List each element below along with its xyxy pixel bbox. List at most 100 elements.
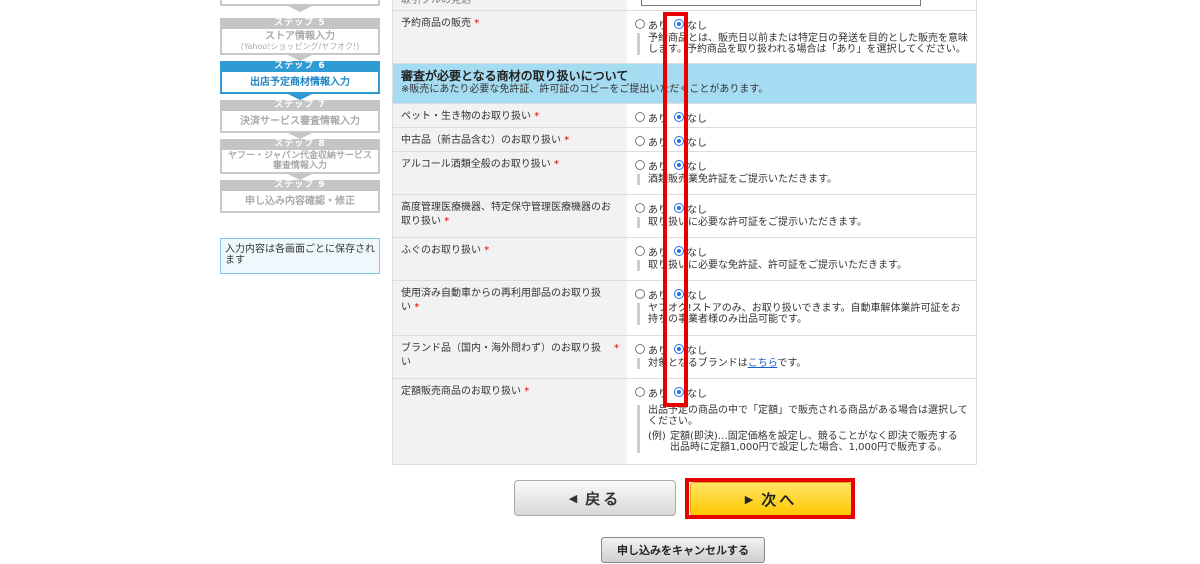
required-mark: * [444,216,450,227]
section-subtitle: ※販売にあたり必要な免許証、許可証のコピーをご提出いただくことがあります。 [401,84,769,95]
radio-yes[interactable] [635,344,645,354]
radio-yes-label[interactable]: あり [648,134,668,149]
required-mark: * [614,343,619,354]
label-text: 中古品（新古品含む）のお取り扱い [401,135,561,146]
required-mark: * [553,159,559,170]
step-9-body: 申し込み内容確認・修正 [220,191,380,213]
radio-no[interactable] [674,246,684,256]
radio-yes-label[interactable]: あり [648,110,668,125]
back-button-label: 戻る [585,489,622,508]
form-row-value: あり なし ヤフオク!ストアのみ、お取り扱いできます。自動車解体業許可証をお持ち… [627,281,976,335]
step-8[interactable]: ステップ 8 ヤフー・ジャパン代金収納サービス 審査情報入力 [220,139,380,174]
radio-yes[interactable] [635,289,645,299]
form-row-value: あり なし [627,128,976,151]
radio-group: あり なし [635,17,970,32]
cancel-application-button[interactable]: 申し込みをキャンセルする [601,537,765,563]
radio-no[interactable] [674,112,684,122]
radio-group: あり なし [635,385,970,400]
form-row-label: ペット・生き物のお取り扱い * [393,104,627,127]
label-text: 使用済み自動車からの再利用部品のお取り扱い * [401,288,601,313]
radio-yes-label[interactable]: あり [648,17,668,32]
row-description: ヤフオク!ストアのみ、お取り扱いできます。自動車解体業許可証をお持ちの事業者様の… [637,303,970,325]
form-row-value: あり なし 取り扱いに必要な免許証、許可証をご提示いただきます。 [627,238,976,280]
step-6[interactable]: ステップ 6 出店予定商材情報入力 [220,61,380,94]
radio-yes[interactable] [635,387,645,397]
required-mark: * [524,386,530,397]
step-6-body: 出店予定商材情報入力 [220,72,380,94]
example-tag: (例) [648,431,666,442]
form-row-label: 予約商品の販売 * [393,11,627,63]
step-7-title: 決済サービス審査情報入力 [240,115,360,127]
radio-no[interactable] [674,19,684,29]
left-triangle-icon: ◀ [568,491,578,505]
radio-no-label[interactable]: なし [687,134,707,149]
radio-group: あり なし [635,342,970,357]
form-row-top: 取引ブルの見込 [393,0,976,11]
row-description: 取り扱いに必要な免許証、許可証をご提示いただきます。 [637,260,970,271]
form-row-value: あり なし 対象となるブランドはこちらです。 [627,336,976,378]
step-8-head: ステップ 8 [220,139,380,150]
radio-yes-label[interactable]: あり [648,287,668,302]
label-text: 予約商品の販売 [401,18,471,29]
label-text: ふぐのお取り扱い [401,245,481,256]
radio-no-label[interactable]: なし [687,110,707,125]
text-input[interactable] [641,0,921,6]
autosave-note: 入力内容は各画面ごとに保存されます [220,238,380,274]
next-button[interactable]: ▶ 次へ [690,482,852,516]
radio-yes[interactable] [635,19,645,29]
back-button[interactable]: ◀ 戻る [514,480,676,516]
radio-yes[interactable] [635,160,645,170]
step-8-title-line1: ヤフー・ジャパン代金収納サービス [227,151,372,161]
form-row-medical: 高度管理医療機器、特定保守管理医療機器のお取り扱い * あり なし 取り扱いに必… [393,195,976,238]
right-triangle-icon: ▶ [744,492,754,506]
radio-group: あり なし [635,287,970,302]
radio-no-label[interactable]: なし [687,244,707,259]
radio-no-label[interactable]: なし [687,385,707,400]
desc-text: 対象となるブランドは [648,358,748,369]
row-description: 予約商品とは、販売日以前または特定日の発送を目的とした販売を意味します。予約商品… [637,33,970,55]
next-button-label: 次へ [761,490,798,509]
radio-yes[interactable] [635,246,645,256]
form-row-value: あり なし 予約商品とは、販売日以前または特定日の発送を目的とした販売を意味しま… [627,11,976,63]
example-block: (例) 定額(即決)…固定価格を設定し、競ることがなく即決で販売する 出品時に定… [648,431,970,453]
form-row-alcohol: アルコール酒類全般のお取り扱い * あり なし 酒類販売業免許証をご提示いただき… [393,152,976,195]
radio-yes-label[interactable]: あり [648,385,668,400]
radio-no[interactable] [674,387,684,397]
label-text: アルコール酒類全般のお取り扱い [401,159,551,170]
radio-group: あり なし [635,244,970,259]
radio-group: あり なし [635,110,970,125]
radio-no-label[interactable]: なし [687,287,707,302]
radio-no[interactable] [674,344,684,354]
step-7[interactable]: ステップ 7 決済サービス審査情報入力 [220,100,380,133]
radio-yes-label[interactable]: あり [648,342,668,357]
step-5-subtitle: (Yahoo!ショッピング/ヤフオク!) [240,42,360,51]
radio-no[interactable] [674,136,684,146]
radio-yes[interactable] [635,203,645,213]
radio-no[interactable] [674,160,684,170]
brand-list-link[interactable]: こちら [748,358,778,369]
step-4 [220,0,380,6]
form-row-label: 使用済み自動車からの再利用部品のお取り扱い * [393,281,627,335]
radio-yes-label[interactable]: あり [648,244,668,259]
form-row-label: 高度管理医療機器、特定保守管理医療機器のお取り扱い * [393,195,627,237]
required-mark: * [564,135,570,146]
label-text: ペット・生き物のお取り扱い [401,111,531,122]
radio-yes[interactable] [635,112,645,122]
step-5[interactable]: ステップ 5 ストア情報入力 (Yahoo!ショッピング/ヤフオク!) [220,18,380,55]
radio-no-label[interactable]: なし [687,201,707,216]
radio-yes-label[interactable]: あり [648,201,668,216]
desc-text: です。 [777,358,807,369]
radio-no-label[interactable]: なし [687,158,707,173]
form-row-brand: ブランド品（国内・海外問わず）のお取り扱い * あり なし 対象となるブランドは… [393,336,976,379]
step-7-body: 決済サービス審査情報入力 [220,111,380,133]
form-row-fugu: ふぐのお取り扱い * あり なし 取り扱いに必要な免許証、許可証をご提示いただき… [393,238,976,281]
radio-yes[interactable] [635,136,645,146]
radio-no[interactable] [674,203,684,213]
row-description: 対象となるブランドはこちらです。 [637,358,970,369]
radio-yes-label[interactable]: あり [648,158,668,173]
form-row-used: 中古品（新古品含む）のお取り扱い * あり なし [393,128,976,152]
radio-no[interactable] [674,289,684,299]
radio-no-label[interactable]: なし [687,17,707,32]
step-9[interactable]: ステップ 9 申し込み内容確認・修正 [220,180,380,213]
radio-no-label[interactable]: なし [687,342,707,357]
